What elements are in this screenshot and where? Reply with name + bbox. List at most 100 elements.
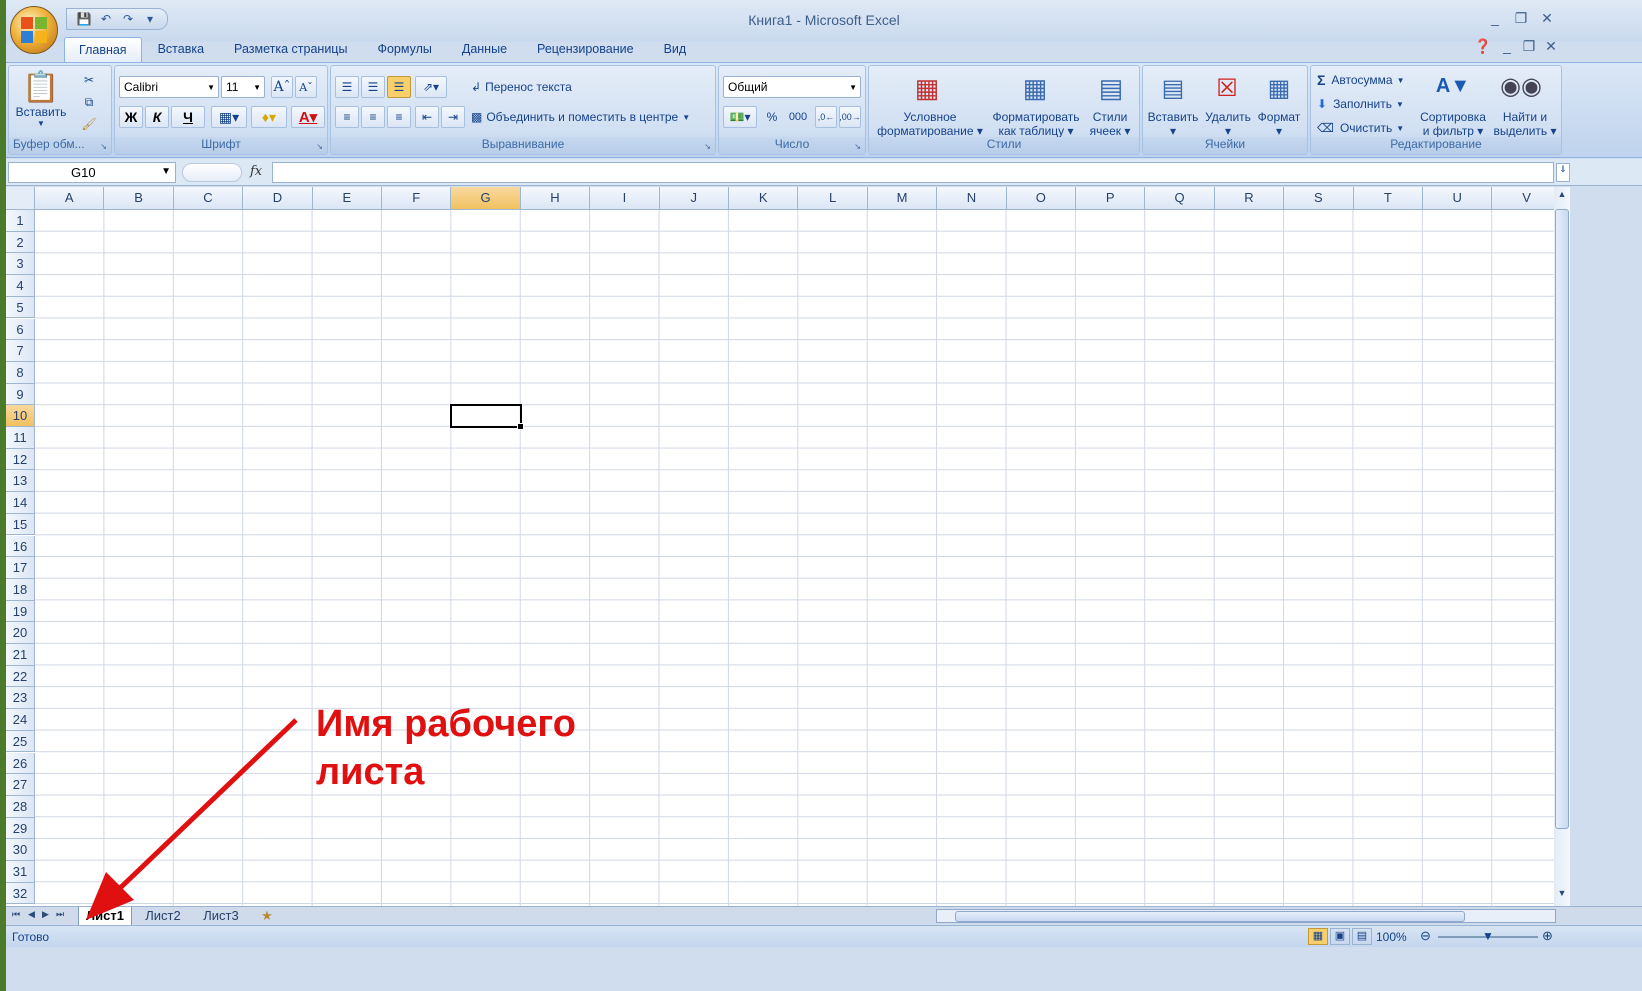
column-header[interactable]: E	[313, 187, 382, 209]
tab-formulas[interactable]: Формулы	[363, 37, 445, 63]
name-box[interactable]: G10 ▼	[8, 162, 176, 183]
row-header[interactable]: 18	[6, 578, 35, 601]
italic-button[interactable]: К	[145, 106, 169, 128]
column-header[interactable]: G	[451, 187, 521, 209]
row-header[interactable]: 20	[6, 622, 35, 644]
orientation-icon[interactable]: ⇗▾	[415, 76, 447, 98]
vertical-scroll-thumb[interactable]	[1555, 209, 1569, 829]
align-center-icon[interactable]: ≡	[361, 106, 385, 128]
row-header[interactable]: 15	[6, 513, 35, 536]
column-header[interactable]: I	[590, 187, 660, 209]
scroll-down-icon[interactable]: ▼	[1555, 888, 1569, 904]
wb-close-icon[interactable]: ✕	[1540, 38, 1562, 55]
close-icon[interactable]: ✕	[1536, 10, 1558, 27]
column-header[interactable]: H	[521, 187, 591, 209]
delete-cells-icon[interactable]: ☒	[1209, 70, 1245, 106]
merge-center-button[interactable]: ▩ Объединить и поместить в центре ▼	[471, 106, 711, 128]
column-header[interactable]: L	[798, 187, 868, 209]
column-header[interactable]: T	[1354, 187, 1423, 209]
cell-styles-icon[interactable]: ▤	[1093, 70, 1129, 106]
page-break-view-icon[interactable]: ▤	[1352, 928, 1372, 945]
row-header[interactable]: 28	[6, 795, 35, 818]
row-header[interactable]: 22	[6, 665, 35, 688]
row-header[interactable]: 3	[6, 253, 35, 276]
formula-input[interactable]	[272, 162, 1554, 183]
row-header[interactable]: 6	[6, 318, 35, 341]
insert-sheet-icon[interactable]: ★	[252, 907, 282, 925]
column-header[interactable]: P	[1076, 187, 1146, 209]
row-header[interactable]: 17	[6, 557, 35, 579]
zoom-in-icon[interactable]: ⊕	[1542, 928, 1553, 944]
row-header[interactable]: 13	[6, 470, 35, 493]
find-select-button[interactable]: Найти и выделить ▾	[1491, 110, 1559, 138]
tab-home[interactable]: Главная	[64, 37, 142, 63]
horizontal-scroll-thumb[interactable]	[955, 911, 1465, 922]
row-header[interactable]: 19	[6, 600, 35, 623]
expand-formula-icon[interactable]: ⇓	[1556, 163, 1570, 182]
percent-button[interactable]: %	[761, 106, 783, 128]
row-header[interactable]: 16	[6, 535, 35, 558]
last-sheet-icon[interactable]: ⏭	[56, 909, 64, 920]
shrink-font-icon[interactable]: Aˇ	[295, 76, 317, 98]
column-header[interactable]: R	[1215, 187, 1285, 209]
autosum-button[interactable]: Σ Автосумма ▼	[1317, 70, 1417, 90]
row-header[interactable]: 9	[6, 383, 35, 406]
restore-icon[interactable]: ❐	[1510, 10, 1532, 27]
minimize-icon[interactable]: _	[1484, 10, 1506, 26]
font-color-icon[interactable]: A▾	[291, 106, 325, 128]
row-header[interactable]: 10	[6, 405, 35, 427]
increase-decimal-icon[interactable]: ,0←	[815, 106, 837, 128]
delete-cells-button[interactable]: Удалить ▾	[1203, 110, 1253, 138]
increase-indent-icon[interactable]: ⇥	[441, 106, 465, 128]
format-as-table-icon[interactable]: ▦	[1017, 70, 1053, 106]
column-header[interactable]: C	[174, 187, 244, 209]
row-header[interactable]: 2	[6, 231, 35, 254]
next-sheet-icon[interactable]: ▶	[42, 909, 49, 920]
format-cells-button[interactable]: Формат ▾	[1253, 110, 1305, 138]
launcher-icon[interactable]: ↘	[854, 142, 861, 151]
row-header[interactable]: 23	[6, 687, 35, 710]
number-format-select[interactable]: Общий ▼	[723, 76, 861, 98]
normal-view-icon[interactable]: ▦	[1308, 928, 1328, 945]
column-header[interactable]: A	[35, 187, 105, 209]
help-icon[interactable]: ❓	[1472, 38, 1494, 55]
column-header[interactable]: J	[660, 187, 729, 209]
bold-button[interactable]: Ж	[119, 106, 143, 128]
insert-cells-button[interactable]: Вставить ▾	[1145, 110, 1201, 138]
tab-view[interactable]: Вид	[650, 37, 701, 63]
zoom-level[interactable]: 100%	[1376, 930, 1407, 944]
row-header[interactable]: 4	[6, 275, 35, 297]
align-top-icon[interactable]: ☰	[335, 76, 359, 98]
row-header[interactable]: 29	[6, 817, 35, 840]
borders-icon[interactable]: ▦▾	[211, 106, 247, 128]
row-header[interactable]: 8	[6, 361, 35, 384]
tab-insert[interactable]: Вставка	[144, 37, 218, 63]
prev-sheet-icon[interactable]: ◀	[28, 909, 35, 920]
format-cells-icon[interactable]: ▦	[1261, 70, 1297, 106]
launcher-icon[interactable]: ↘	[316, 142, 323, 151]
clear-button[interactable]: ⌫ Очистить ▼	[1317, 118, 1417, 138]
thousands-button[interactable]: 000	[785, 106, 811, 128]
select-all-corner[interactable]	[6, 187, 35, 210]
font-name-select[interactable]: Calibri ▼	[119, 76, 219, 98]
grow-font-icon[interactable]: Aˆ	[271, 76, 293, 98]
insert-cells-icon[interactable]: ▤	[1155, 70, 1191, 106]
column-header[interactable]: K	[729, 187, 799, 209]
find-binoculars-icon[interactable]: ◉◉	[1500, 68, 1542, 104]
tab-data[interactable]: Данные	[448, 37, 521, 63]
sheet-tab-3[interactable]: Лист3	[194, 907, 248, 925]
wb-restore-icon[interactable]: ❐	[1518, 38, 1540, 55]
launcher-icon[interactable]: ↘	[704, 142, 711, 151]
conditional-format-button[interactable]: Условное форматирование ▾	[871, 110, 989, 138]
cells-area[interactable]	[35, 210, 1554, 906]
wrap-text-button[interactable]: ↲ Перенос текста	[471, 76, 611, 98]
conditional-format-icon[interactable]: ▦	[909, 70, 945, 106]
zoom-thumb[interactable]: ▼	[1482, 929, 1494, 943]
page-layout-view-icon[interactable]: ▣	[1330, 928, 1350, 945]
column-header[interactable]: M	[868, 187, 938, 209]
column-header[interactable]: D	[243, 187, 313, 209]
align-right-icon[interactable]: ≡	[387, 106, 411, 128]
row-header[interactable]: 31	[6, 861, 35, 883]
align-bottom-icon[interactable]: ☰	[387, 76, 411, 98]
row-header[interactable]: 11	[6, 427, 35, 449]
